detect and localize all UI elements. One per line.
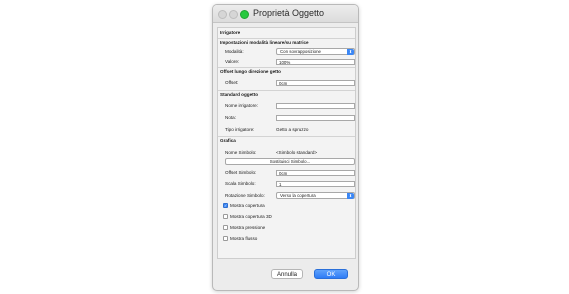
replace-symbol-button[interactable]: Sostituisci Simbolo... [225, 158, 355, 165]
divider [218, 67, 355, 68]
properties-panel: Irrigatore Impostazioni modalità lineare… [217, 27, 356, 259]
symbol-offset-field[interactable]: 0cm [276, 170, 355, 176]
show-coverage-3d-checkbox[interactable] [223, 214, 228, 219]
show-pressure-label: Mostra pressione [230, 224, 266, 230]
mode-label: Modalità: [225, 49, 244, 54]
show-flow-checkbox[interactable] [223, 236, 228, 241]
show-coverage-3d-label: Mostra copertura 3D [230, 213, 272, 219]
mode-select-value: Con sovrapposizione [280, 49, 322, 54]
symbol-name-value: <Simbolo standard> [276, 150, 318, 155]
symbol-rotation-value: Verso la copertura [280, 193, 316, 198]
title-bar: Proprietà Oggetto [213, 5, 358, 23]
standard-object-heading: Standard oggetto [220, 92, 259, 97]
mode-select[interactable]: Con sovrapposizione ⬍ [276, 48, 355, 55]
symbol-name-label: Nome Simbolo: [225, 150, 257, 155]
show-coverage-label: Mostra copertura [230, 202, 265, 208]
sprinkler-name-field[interactable] [276, 103, 355, 109]
ok-button[interactable]: OK [314, 269, 348, 279]
mode-settings-heading: Impostazioni modalità lineare/su matrice [220, 40, 309, 45]
sprinkler-type-value: Getto a spruzzo [276, 127, 309, 132]
section-title: Irrigatore [220, 30, 241, 35]
offset-label: Offset: [225, 80, 239, 85]
divider [218, 38, 355, 39]
offset-direction-heading: Offset lungo direzione getto [220, 69, 281, 74]
symbol-rotation-select[interactable]: Verso la copertura ⬍ [276, 192, 355, 199]
zoom-window-button[interactable] [240, 10, 249, 19]
offset-field[interactable]: 0cm [276, 80, 355, 86]
symbol-scale-label: Scala Simbolo: [225, 181, 256, 186]
note-label: Nota: [225, 115, 236, 120]
object-properties-dialog: Proprietà Oggetto Irrigatore Impostazion… [212, 4, 359, 291]
show-flow-label: Mostra flusso [230, 235, 258, 241]
divider [218, 136, 355, 137]
symbol-rotation-label: Rotazione Simbolo: [225, 193, 265, 198]
window-title: Proprietà Oggetto [253, 8, 325, 18]
value-label: Valore: [225, 59, 240, 64]
value-field[interactable]: 100% [276, 59, 355, 65]
select-arrow-icon: ⬍ [347, 49, 354, 55]
minimize-window-button[interactable] [229, 10, 238, 19]
cancel-button[interactable]: Annulla [271, 269, 303, 279]
divider [218, 90, 355, 91]
sprinkler-type-label: Tipo irrigatore: [225, 127, 255, 132]
sprinkler-name-label: Nome irrigatore: [225, 103, 258, 108]
close-window-button[interactable] [218, 10, 227, 19]
select-arrow-icon: ⬍ [347, 193, 354, 199]
show-coverage-checkbox[interactable]: ✓ [223, 203, 228, 208]
symbol-offset-label: Offset Simbolo: [225, 170, 257, 175]
symbol-scale-field[interactable]: 1 [276, 181, 355, 187]
show-pressure-checkbox[interactable] [223, 225, 228, 230]
graphics-heading: Grafica [220, 138, 236, 143]
note-field[interactable] [276, 115, 355, 121]
